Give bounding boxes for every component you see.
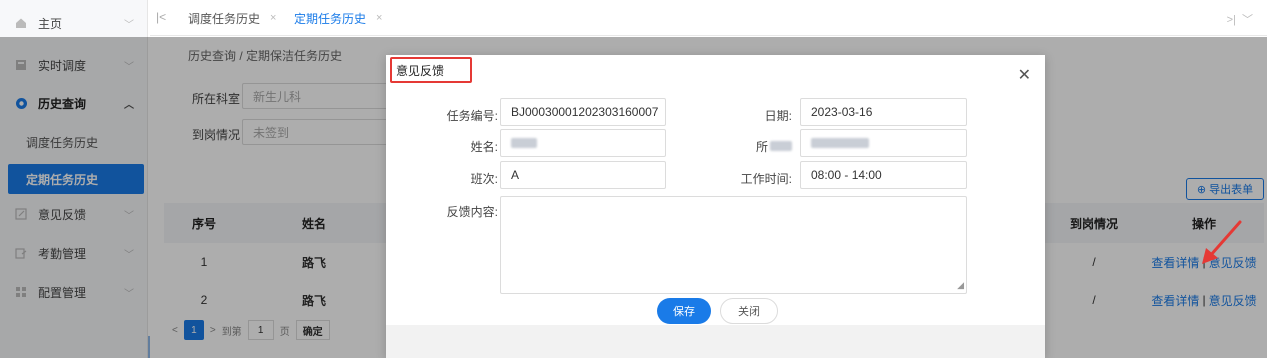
date-label: 日期: xyxy=(764,109,792,123)
tab-label: 定期任务历史 xyxy=(294,11,367,26)
dept-label-text: 所 xyxy=(755,140,768,154)
work-time-label: 工作时间: xyxy=(740,172,792,186)
annotation-arrow-icon xyxy=(1202,220,1242,264)
sidebar-item-label: 主页 xyxy=(38,16,63,31)
sidebar-item-home[interactable]: 主页 ﹀ xyxy=(0,6,148,40)
close-icon[interactable]: × xyxy=(376,12,382,24)
tab-label: 调度任务历史 xyxy=(188,11,261,26)
work-time-field[interactable]: 08:00 - 14:00 xyxy=(800,161,967,189)
dept-label: 所 xyxy=(706,138,792,155)
redacted-dept xyxy=(811,138,869,148)
modal-footer xyxy=(386,325,1045,358)
task-no-label: 任务编号: xyxy=(446,109,498,123)
chevron-down-icon: ﹀ xyxy=(124,19,134,31)
tab-dispatch-history[interactable]: 调度任务历史 × xyxy=(188,0,276,36)
content-label: 反馈内容: xyxy=(446,205,498,219)
name-label: 姓名: xyxy=(470,140,498,154)
tab-scroll-left-icon[interactable]: |< xyxy=(156,10,166,24)
close-button[interactable]: 关闭 xyxy=(720,298,778,324)
save-button[interactable]: 保存 xyxy=(657,298,711,324)
close-icon[interactable]: × xyxy=(270,12,276,24)
task-no-field[interactable]: BJ00030001202303160007 xyxy=(500,98,666,126)
feedback-content-textarea[interactable]: ◢ xyxy=(500,196,967,294)
tab-periodic-history[interactable]: 定期任务历史 × xyxy=(294,0,382,36)
date-field[interactable]: 2023-03-16 xyxy=(800,98,967,126)
feedback-modal: 意见反馈 ✕ 任务编号: BJ00030001202303160007 日期: … xyxy=(386,55,1045,358)
resize-grip-icon[interactable]: ◢ xyxy=(957,280,964,291)
close-icon[interactable]: ✕ xyxy=(1018,65,1031,85)
home-icon xyxy=(14,16,28,30)
name-field[interactable] xyxy=(500,129,666,157)
dept-field[interactable] xyxy=(800,129,967,157)
tab-scroll-right-icon[interactable]: >| ﹀ xyxy=(1227,11,1253,27)
redacted-name xyxy=(511,138,537,148)
redacted-dept-label xyxy=(770,141,792,151)
shift-field[interactable]: A xyxy=(500,161,666,189)
modal-title: 意见反馈 xyxy=(390,57,472,83)
tab-bar: |< 调度任务历史 × 定期任务历史 × >| ﹀ xyxy=(150,0,1267,36)
shift-label: 班次: xyxy=(470,172,498,186)
